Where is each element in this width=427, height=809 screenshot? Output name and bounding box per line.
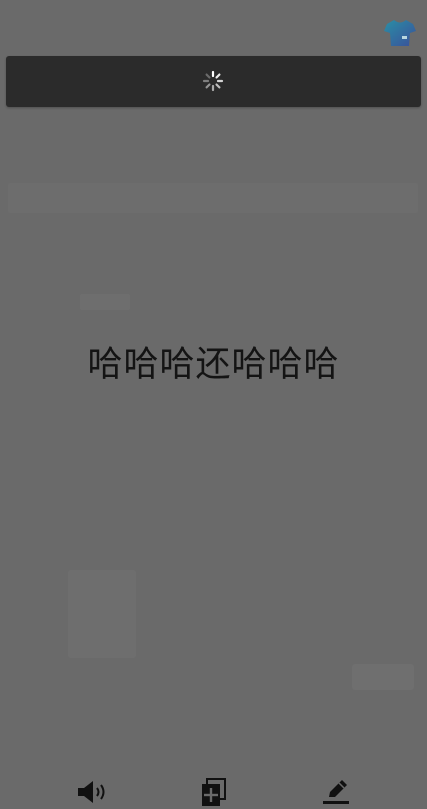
background-chip [352, 664, 414, 690]
add-page-icon[interactable] [199, 777, 233, 807]
main-text: 哈哈哈还哈哈哈 [87, 345, 340, 385]
spinner-icon [202, 70, 224, 92]
background-card [68, 570, 136, 658]
tshirt-icon[interactable] [383, 17, 417, 49]
background-label [80, 294, 130, 310]
speaker-icon[interactable] [76, 777, 110, 807]
app-screen: 哈哈哈还哈哈哈 [0, 0, 427, 809]
edit-icon[interactable] [320, 777, 354, 807]
loading-toast [6, 56, 421, 107]
background-input-bar [8, 183, 418, 213]
bottom-toolbar [0, 769, 427, 809]
